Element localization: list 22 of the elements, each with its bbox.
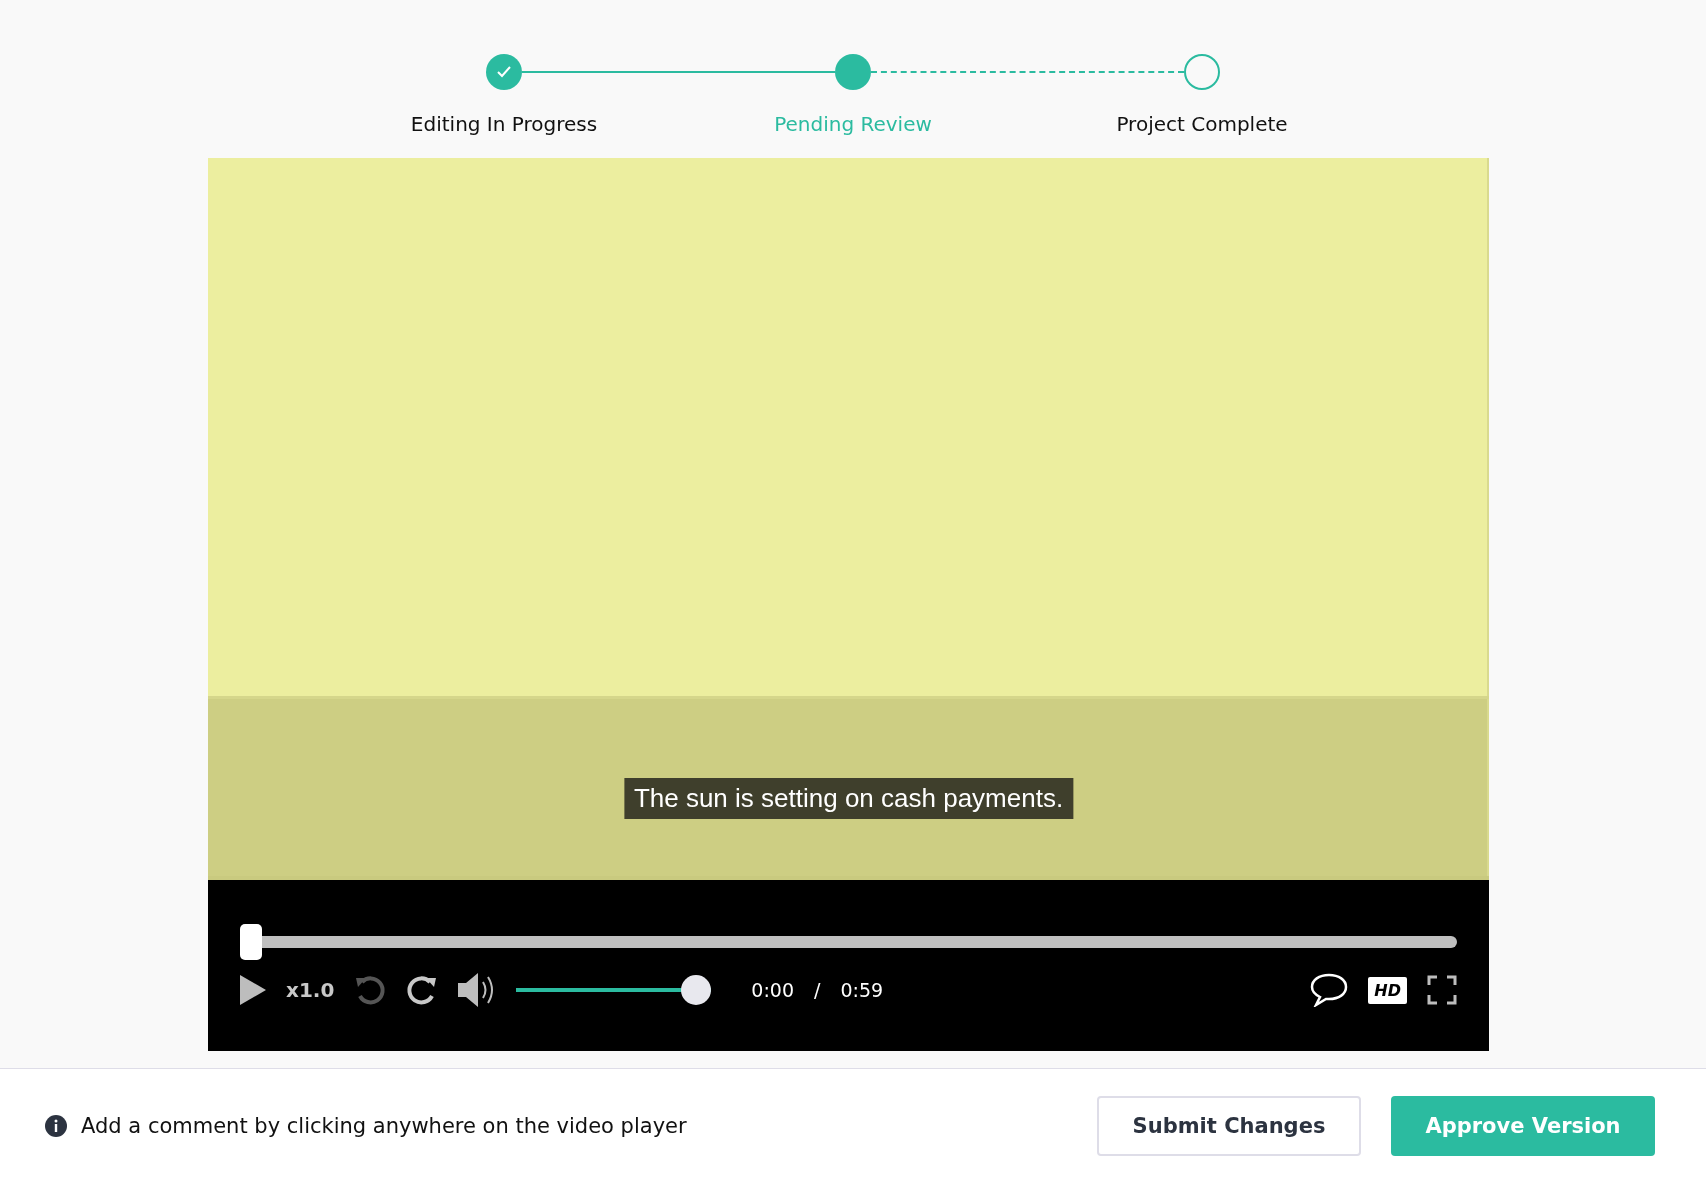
- progress-handle[interactable]: [240, 924, 262, 960]
- comment-icon[interactable]: [1310, 973, 1349, 1007]
- speed-button[interactable]: x1.0: [286, 978, 335, 1002]
- subtitle: The sun is setting on cash payments.: [623, 778, 1074, 819]
- step-label: Editing In Progress: [410, 112, 598, 136]
- total-time: 0:59: [840, 979, 884, 1001]
- submit-button[interactable]: Submit Changes: [1097, 1095, 1361, 1156]
- step-label: Project Complete: [1116, 112, 1288, 136]
- play-icon[interactable]: [240, 975, 266, 1005]
- info-icon: [45, 1114, 67, 1137]
- step-label: Pending Review: [774, 112, 932, 136]
- rewind-icon[interactable]: [354, 974, 387, 1006]
- volume-handle[interactable]: [681, 975, 712, 1005]
- check-icon: [496, 65, 512, 79]
- forward-icon[interactable]: [406, 974, 439, 1006]
- volume-slider[interactable]: [516, 975, 712, 1005]
- hint-text: Add a comment by clicking anywhere on the video player: [81, 1113, 687, 1138]
- progress-bar[interactable]: [240, 924, 1457, 960]
- current-time: 0:00: [751, 979, 794, 1001]
- fullscreen-icon[interactable]: [1427, 975, 1457, 1005]
- time-separator: /: [814, 979, 821, 1001]
- hd-button[interactable]: HD: [1368, 976, 1407, 1004]
